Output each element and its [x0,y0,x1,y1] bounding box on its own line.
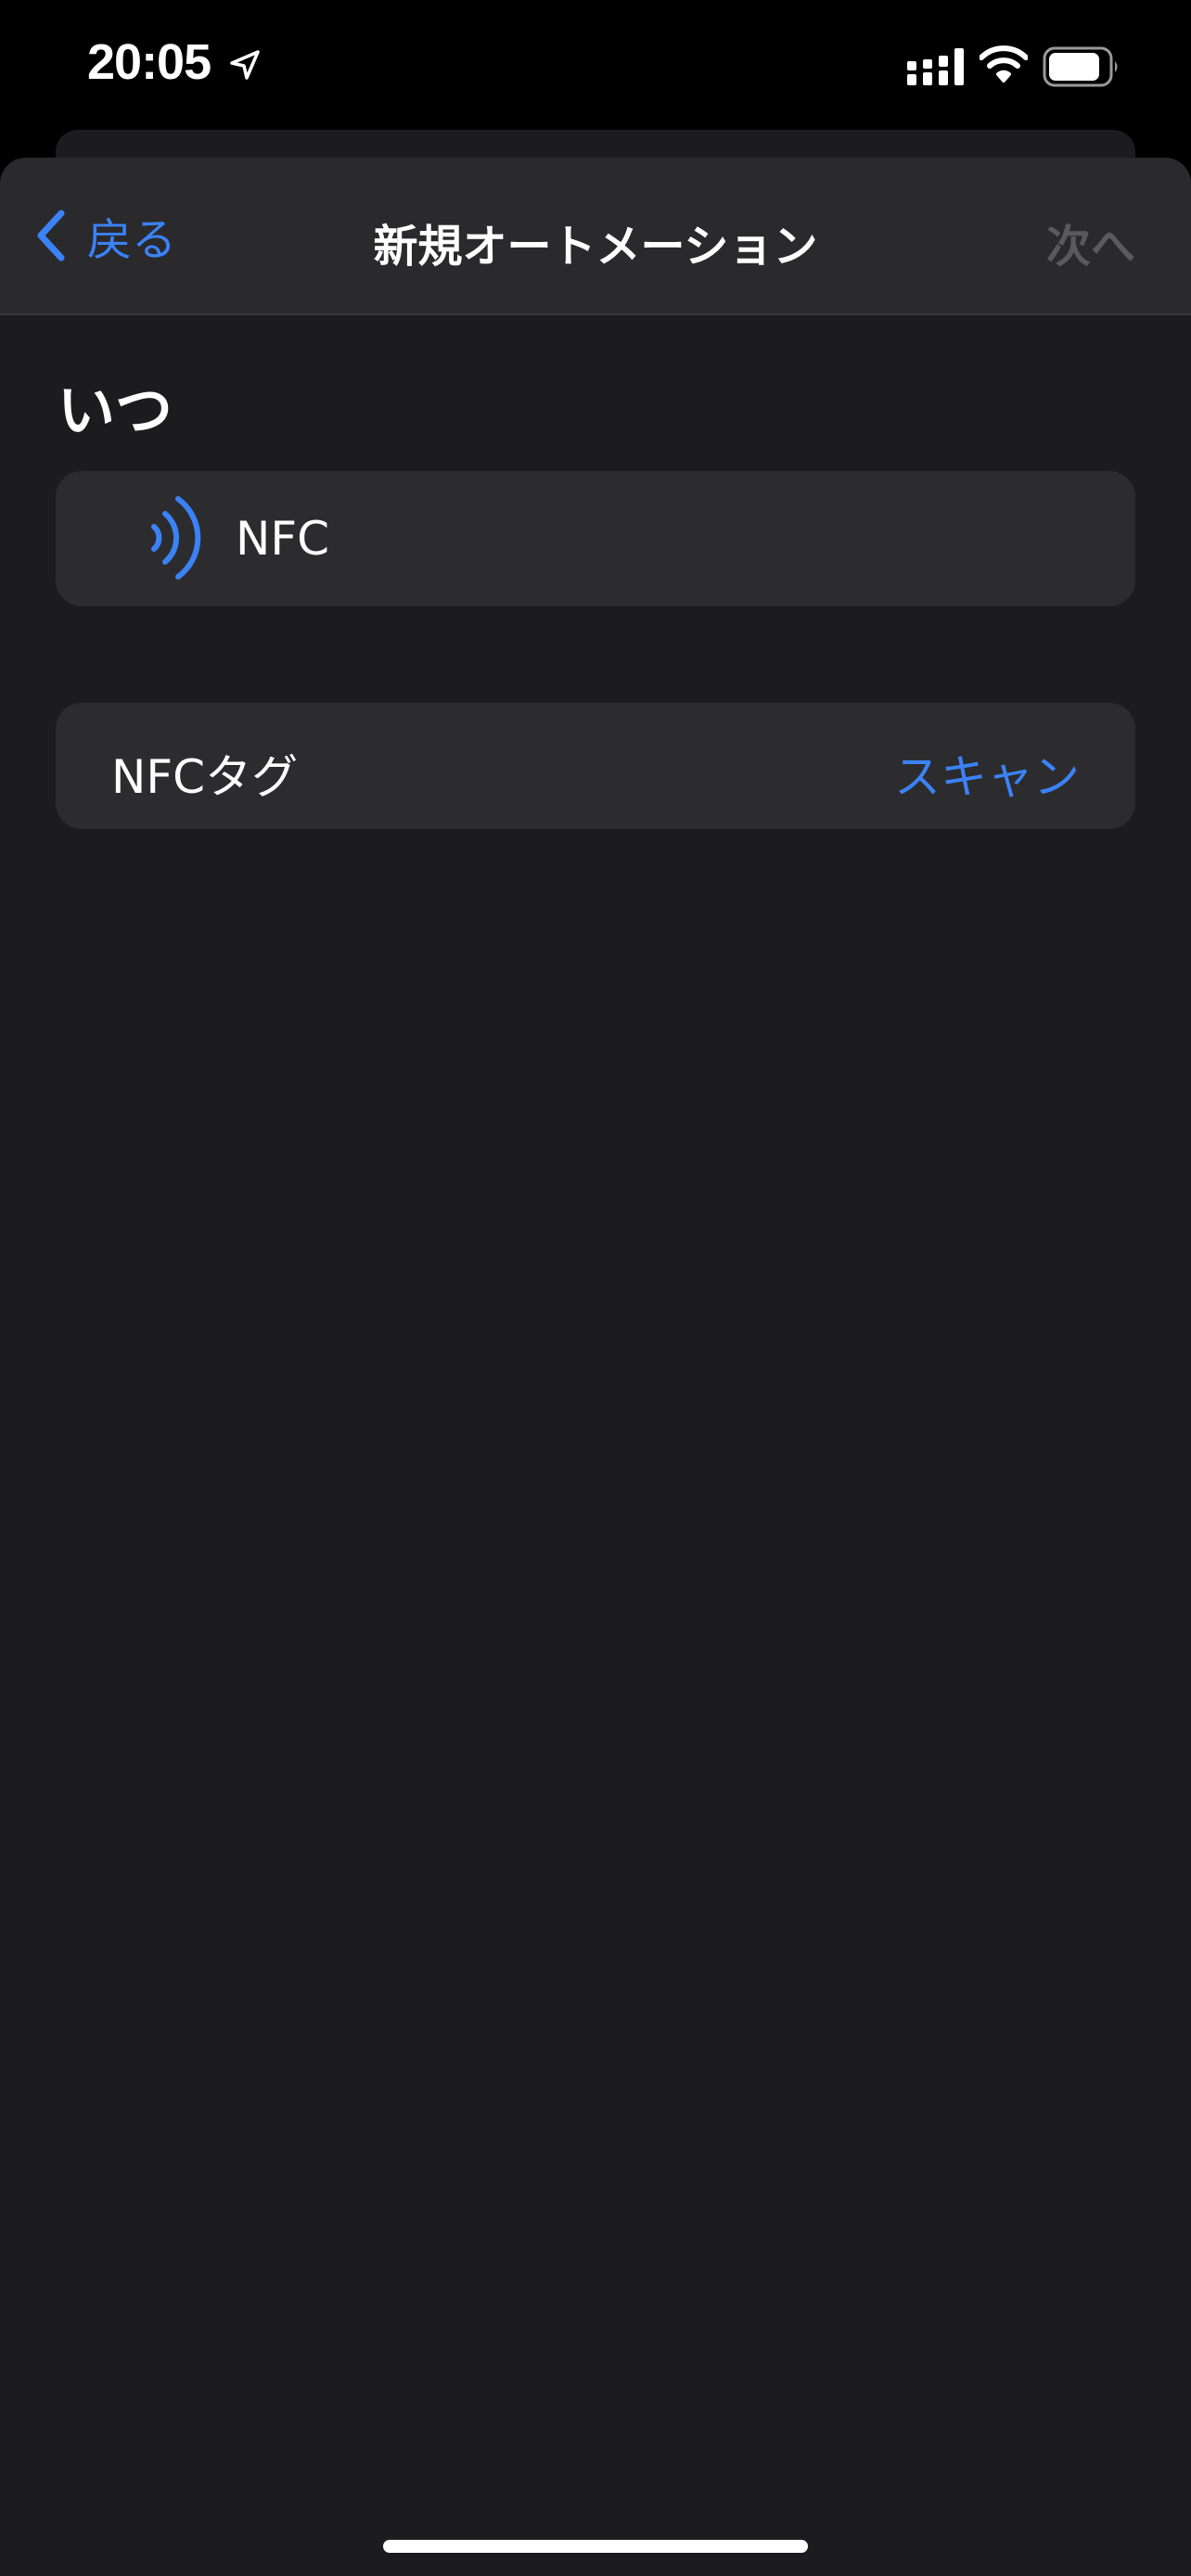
home-indicator[interactable] [383,2540,808,2553]
trigger-label: NFC [236,512,330,566]
navigation-bar: 戻る 新規オートメーション 次へ [0,158,1191,315]
cellular-signal-icon [907,48,964,85]
next-button[interactable]: 次へ [1046,210,1135,274]
page-title: 新規オートメーション [373,221,818,273]
location-arrow-icon [230,50,260,80]
wifi-icon [980,45,1028,83]
nfc-icon [151,496,201,580]
new-automation-sheet: 戻る 新規オートメーション 次へ いつ NFC NFCタグ スキャン [0,158,1191,2576]
battery-icon [1043,46,1118,87]
status-bar: 20:05 [0,0,1191,130]
status-time: 20:05 [87,34,211,90]
trigger-row-nfc: NFC [56,471,1135,606]
nfc-tag-row: NFCタグ スキャン [56,703,1135,829]
section-header-when: いつ [58,376,173,444]
nfc-tag-label: NFCタグ [111,750,299,804]
scan-button[interactable]: スキャン [894,740,1080,807]
